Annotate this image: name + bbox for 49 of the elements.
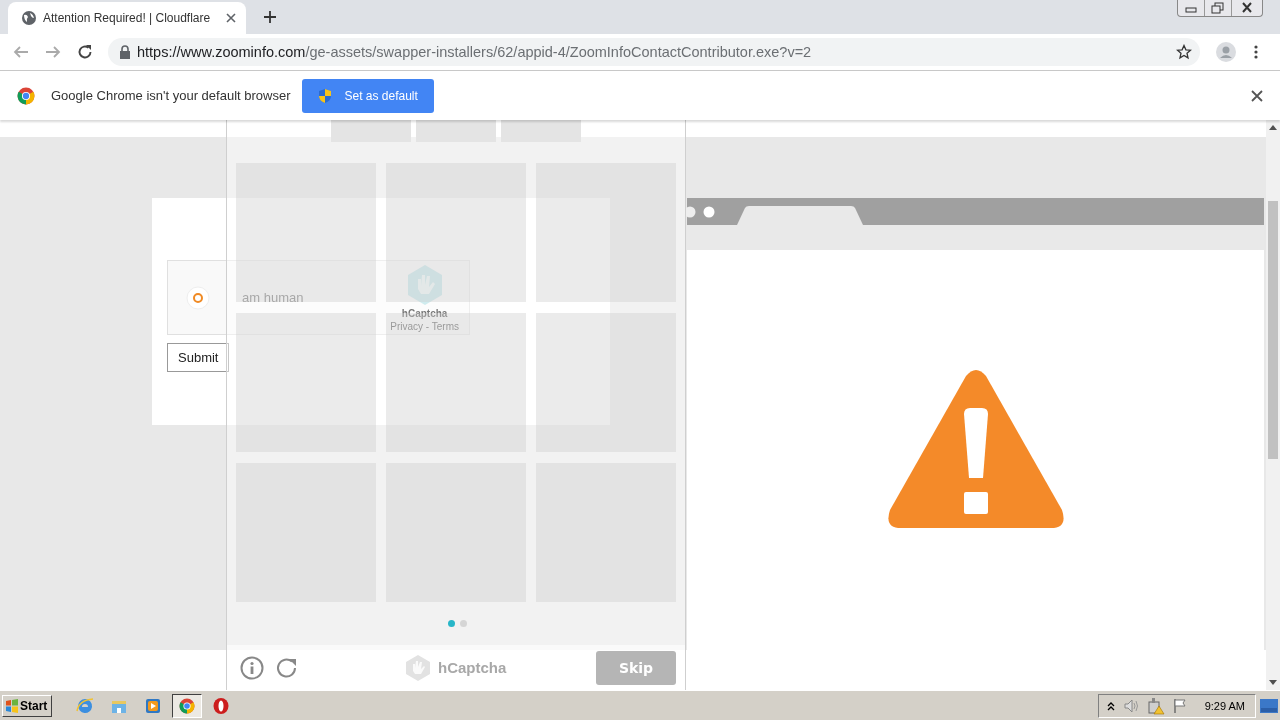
show-desktop-icon[interactable] [1260,698,1278,713]
page-dot[interactable] [459,620,467,627]
brand-name: hCaptcha [438,659,507,676]
browser-e-icon [75,695,95,716]
speaker-icon[interactable] [1122,697,1139,714]
scroll-down-icon[interactable] [1269,680,1277,686]
network-warning-icon[interactable] [1146,696,1165,715]
image-tile[interactable] [536,163,676,302]
warning-icon [885,370,1066,530]
checkbox-label: am human [242,290,304,305]
address-bar[interactable]: https://www.zoominfo.com/ge-assets/swapper-installers/62/appid-4/ZoomInfoContactContributor.exe?v=2 [108,38,1200,66]
shield-icon [318,87,333,104]
image-tile[interactable] [386,163,526,302]
close-icon[interactable] [1251,89,1263,102]
infobar-message: Google Chrome isn't your default browser [51,88,291,103]
clock-time: 9:29 AM [1204,699,1245,712]
image-tile[interactable] [236,163,376,302]
tab-shape-icon [737,206,863,225]
avatar-icon[interactable] [1216,42,1236,62]
tab-title: Attention Required! | Cloudflare [43,11,212,25]
reload-icon[interactable] [76,43,94,61]
new-tab-icon[interactable] [262,9,278,25]
widget-brand: hCaptcha [401,307,448,319]
refresh-icon[interactable] [275,655,299,680]
info-icon[interactable] [240,655,264,680]
image-tile[interactable] [236,313,376,452]
scrollbar-thumb[interactable] [1268,201,1278,459]
browser-tab[interactable]: Attention Required! | Cloudflare [8,2,246,34]
scroll-up-icon[interactable] [1269,124,1277,130]
menu-icon[interactable] [1254,44,1258,60]
globe-icon [21,10,37,26]
start-button[interactable]: Start [2,694,52,717]
star-icon[interactable] [1176,44,1192,60]
close-icon[interactable] [224,11,238,25]
hand-logo-icon [404,653,432,682]
window-dots-icon [684,205,715,218]
url-text: https://www.zoominfo.com/ge-assets/swapper-installers/62/appid-4/ZoomInfoContactContributor.exe?v=2 [137,44,813,60]
page-dot[interactable] [447,620,455,627]
set-default-button[interactable]: Set as default [302,78,434,113]
image-tile[interactable] [536,313,676,452]
submit-button[interactable]: Submit [167,343,230,372]
chrome-logo-icon [17,86,35,105]
windows-logo-icon [5,698,19,713]
opera-o-icon [211,695,231,716]
checkbox-spinner-icon[interactable] [186,285,210,310]
flag-icon[interactable] [1172,697,1187,714]
chevron-up-icon[interactable] [1106,700,1115,711]
taskbar-app[interactable] [172,693,202,718]
lock-icon [119,45,131,59]
